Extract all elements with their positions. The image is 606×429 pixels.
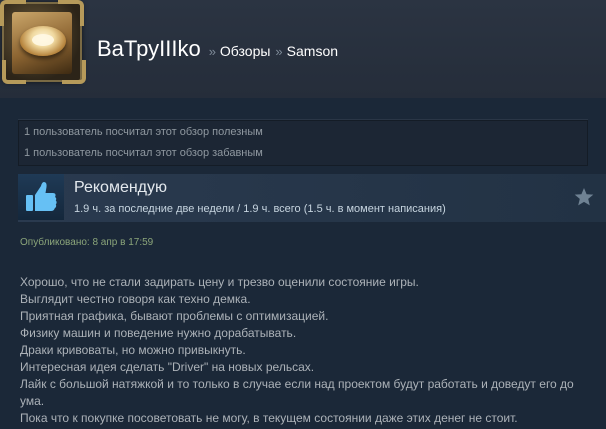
- review-line: Физику машин и поведение нужно дорабатыв…: [20, 326, 297, 340]
- breadcrumb-separator: »: [208, 44, 216, 59]
- playtime-hours: 1.9 ч. за последние две недели / 1.9 ч. …: [74, 203, 446, 215]
- review-line: Хорошо, что не стали задирать цену и тре…: [20, 275, 419, 289]
- thumbs-up-icon: [18, 174, 64, 220]
- recommendation-title: Рекомендую: [74, 179, 168, 196]
- helpful-count: 1 пользователь посчитал этот обзор полез…: [24, 126, 263, 138]
- review-line: Выглядит честно говоря как техно демка.: [20, 292, 251, 306]
- recommendation-block: Рекомендую 1.9 ч. за последние две недел…: [18, 174, 606, 222]
- review-line: Пока что к покупке посоветовать не могу,…: [20, 411, 518, 425]
- review-page: BaТруIIIko » Обзоры » Samson 1 пользоват…: [0, 0, 606, 429]
- avatar[interactable]: [0, 0, 86, 84]
- posted-date: Опубликовано: 8 апр в 17:59: [20, 237, 154, 248]
- funny-count: 1 пользователь посчитал этот обзор забав…: [24, 147, 263, 159]
- star-icon[interactable]: [573, 186, 595, 208]
- review-line: Драки кривоваты, но можно привыкнуть.: [20, 343, 246, 357]
- breadcrumb-game[interactable]: Samson: [287, 43, 338, 59]
- breadcrumb: BaТруIIIko » Обзоры » Samson: [97, 36, 338, 66]
- breadcrumb-reviews[interactable]: Обзоры: [220, 43, 271, 59]
- review-line: Интересная идея сделать "Driver" на новы…: [20, 360, 315, 374]
- profile-header: BaТруIIIko » Обзоры » Samson: [0, 0, 606, 98]
- breadcrumb-separator: »: [275, 44, 283, 59]
- review-line: Приятная графика, бывают проблемы с опти…: [20, 309, 329, 323]
- review-text: Хорошо, что не стали задирать цену и тре…: [20, 274, 586, 427]
- review-line: Лайк с большой натяжкой и то только в сл…: [20, 377, 574, 408]
- ratings-summary: 1 пользователь посчитал этот обзор полез…: [18, 119, 588, 166]
- username-link[interactable]: BaТруIIIko: [97, 36, 201, 62]
